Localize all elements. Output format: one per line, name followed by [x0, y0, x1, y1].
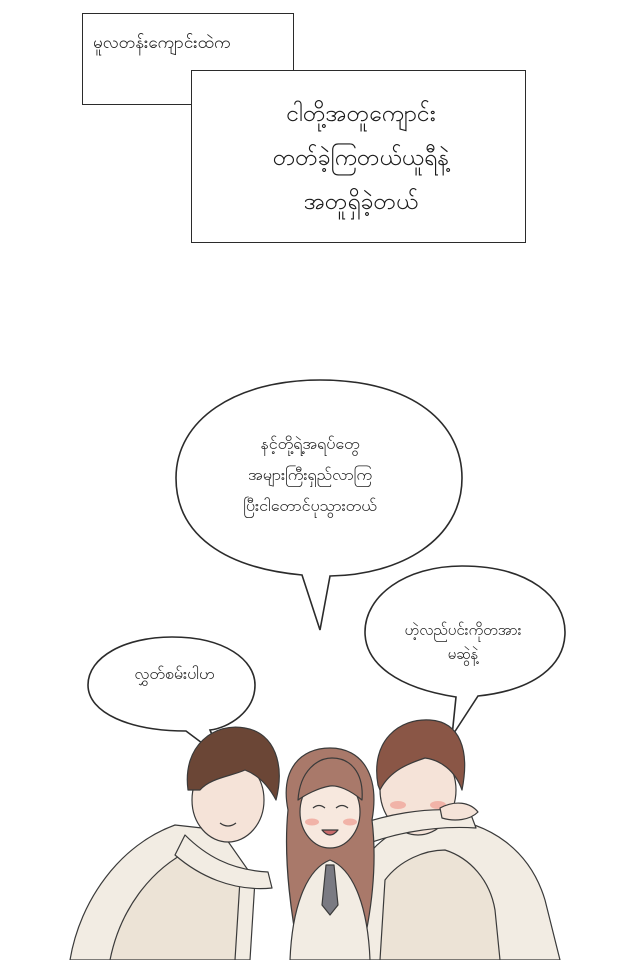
- speech-text-center: နင့်တို့ရဲ့အရပ်တွေ အများကြီးရှည်လာကြ ပြီ…: [190, 428, 430, 521]
- speech-line: လွှတ်စမ်းပါဟ: [134, 664, 215, 683]
- right-boy-blush-left: [390, 801, 406, 809]
- speech-line: နင့်တို့ရဲ့အရပ်တွေ: [260, 434, 360, 453]
- speech-line: ပြီးငါတောင်ပုသွားတယ်: [243, 496, 377, 515]
- speech-line: မဆွဲနဲ့: [447, 645, 479, 663]
- speech-text-left: လွှတ်စမ်းပါဟ: [97, 663, 252, 685]
- speech-text-right: ဟဲ့လည်ပင်းကိုတအား မဆွဲနဲ့: [372, 618, 554, 666]
- girl-blush-left: [305, 818, 319, 826]
- girl-blush-right: [343, 818, 357, 826]
- speech-line: ဟဲ့လည်ပင်းကိုတအား: [404, 621, 522, 639]
- characters-illustration: [69, 719, 561, 960]
- speech-line: အများကြီးရှည်လာကြ: [248, 465, 372, 484]
